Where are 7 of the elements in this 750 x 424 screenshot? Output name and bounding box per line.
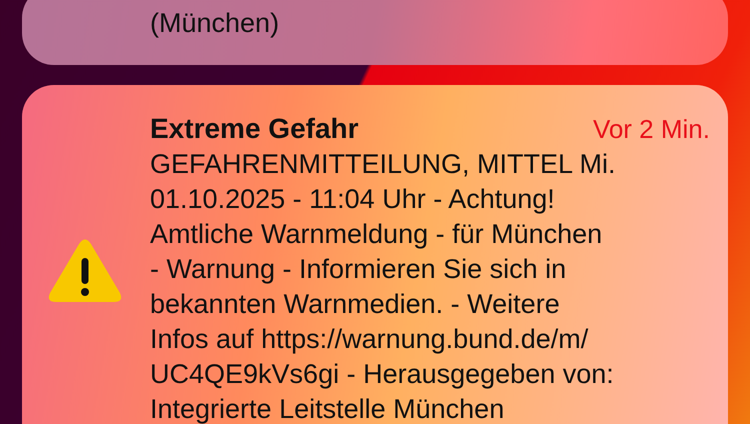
notification-time: Vor 2 Min. [592, 114, 710, 145]
notification-message: GEFAHRENMITTEILUNG, MITTEL Mi. 01.10.2025 - 11:04 Uhr - Achtung! Amtliche Warnmeldung - für München - Warnung - Informieren Sie sich in bekannten Warnmedien. - Weitere Infos auf https://warnung.bund.de/m/ UC4QE9kVs6gi - Herausgegeben von: Integrierte Leitstelle München [150, 148, 617, 424]
notification-card[interactable] [22, 85, 728, 424]
notification-message: (München) [150, 7, 280, 40]
warning-icon [48, 238, 122, 304]
notification-title: Extreme Gefahr [150, 113, 359, 145]
notification-card[interactable]: (München) [22, 0, 728, 65]
